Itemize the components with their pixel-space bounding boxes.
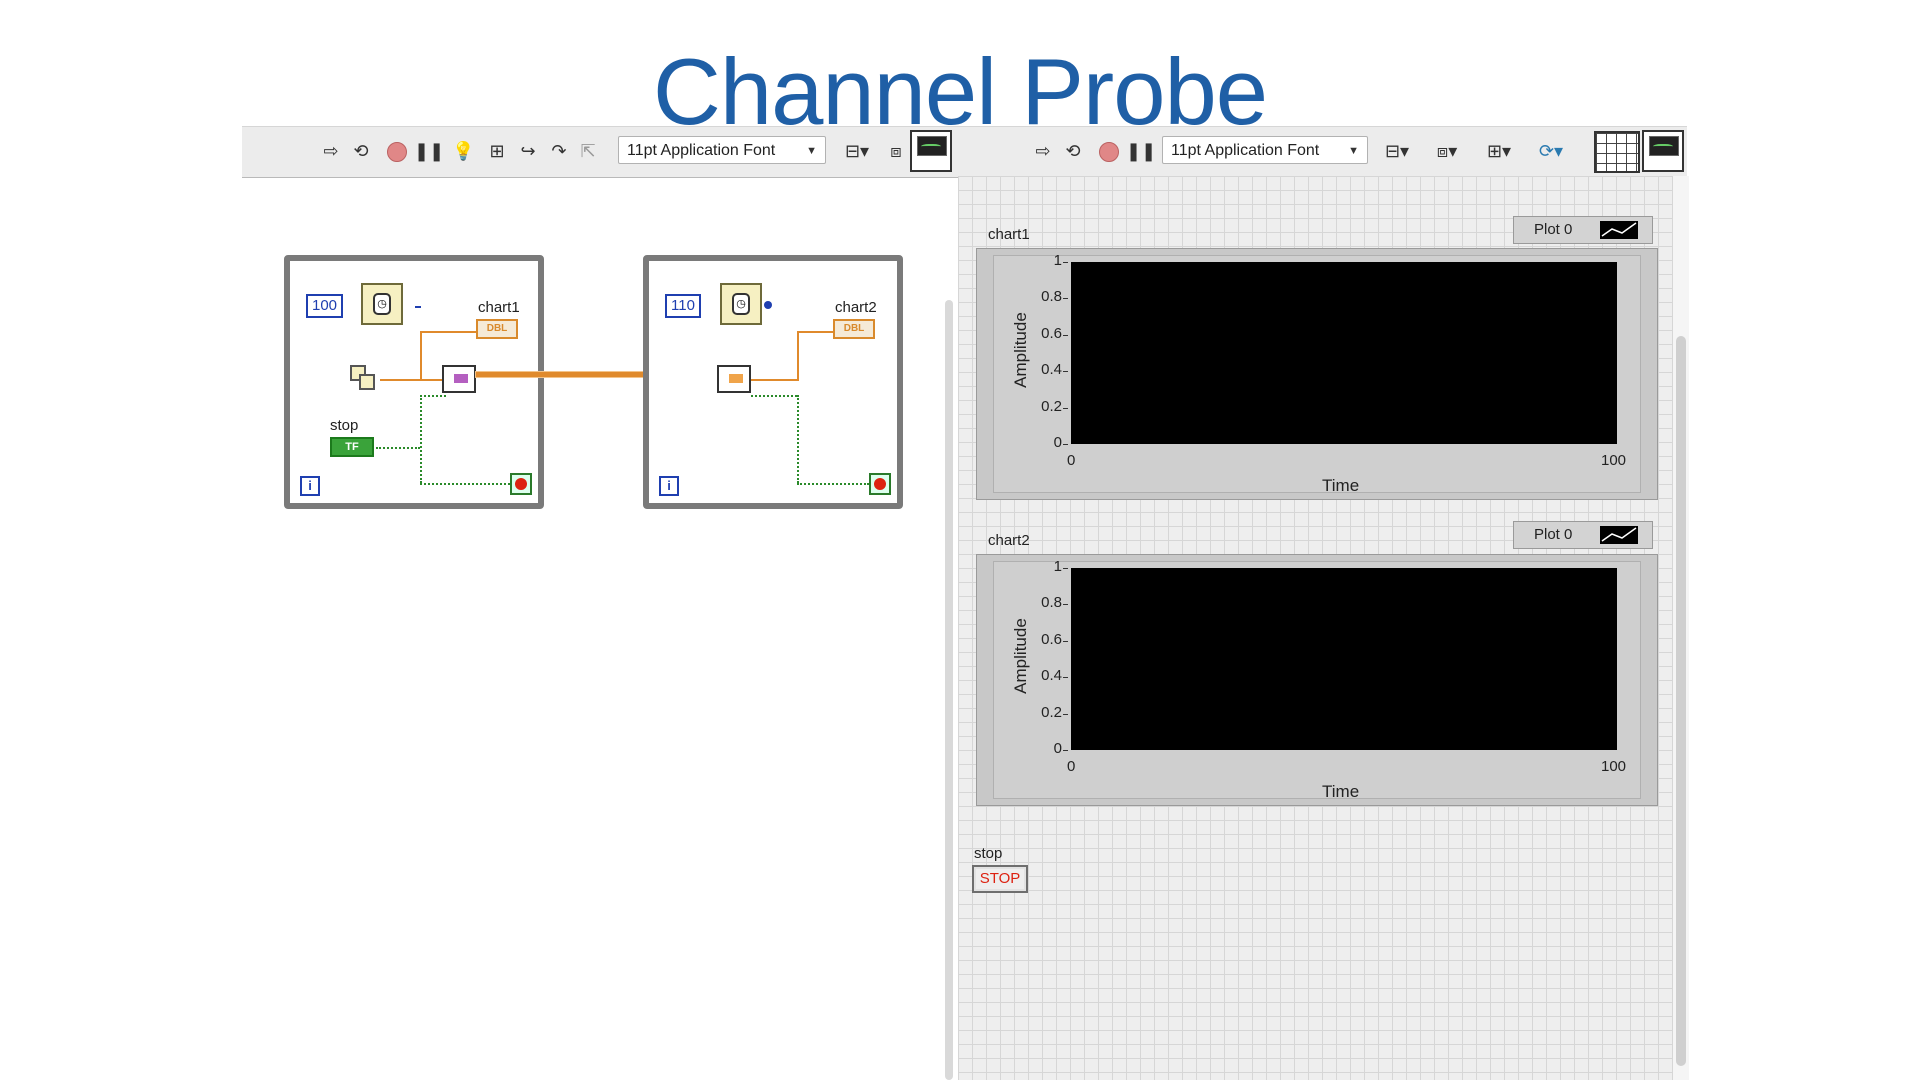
step-into-icon[interactable]: ↪ [517, 141, 539, 163]
plot-line-icon [1600, 526, 1638, 544]
vi-icon [910, 130, 952, 172]
chart1-xtick-1: 100 [1601, 452, 1627, 469]
wait-ms-node[interactable]: ◷ [720, 283, 762, 325]
distribute-objects-icon[interactable]: ⧈▾ [1430, 141, 1464, 163]
font-dropdown-value: 11pt Application Font [627, 142, 776, 159]
font-dropdown[interactable]: 11pt Application Font ▼ [618, 136, 826, 164]
chart2-ytick-mark [1063, 713, 1068, 715]
chart2-ytick: 0 [1053, 740, 1062, 757]
chart2-ytick-mark [1063, 568, 1068, 569]
font-dropdown-value: 11pt Application Font [1171, 142, 1320, 159]
vertical-scrollbar[interactable] [1676, 336, 1686, 1066]
loop-condition-terminal[interactable] [869, 473, 891, 495]
iteration-terminal: i [300, 476, 320, 496]
chart-terminal-label: chart2 [835, 299, 877, 316]
abort-icon[interactable] [387, 142, 407, 162]
chart1-ytick-mark [1063, 262, 1068, 263]
run-continuously-icon[interactable]: ⟲ [350, 141, 372, 163]
chart2-ytick-mark [1063, 640, 1068, 642]
chart1-ytick: 0 [1053, 434, 1062, 451]
run-continuously-icon[interactable]: ⟲ [1062, 141, 1084, 163]
chart2-ytick-mark [1063, 750, 1068, 751]
stop-button[interactable]: STOP [972, 865, 1028, 893]
block-diagram-toolbar: ⇨ ⟲ ❚❚ 💡 ⊞ ↪ ↷ ⇱ 11pt Application Font ▼… [242, 126, 952, 178]
chart2-x-axis-title: Time [1322, 782, 1360, 801]
iteration-terminal: i [659, 476, 679, 496]
wait-constant[interactable]: 110 [665, 294, 701, 318]
chart1-x-axis-title: Time [1322, 476, 1360, 495]
chart1-ytick-mark [1063, 371, 1068, 373]
chevron-down-icon: ▼ [806, 145, 817, 157]
vi-icon [1642, 130, 1684, 172]
pause-icon[interactable]: ❚❚ [1126, 141, 1156, 163]
font-dropdown[interactable]: 11pt Application Font ▼ [1162, 136, 1368, 164]
pause-icon[interactable]: ❚❚ [414, 141, 444, 163]
chart1-ytick: 1 [1053, 252, 1062, 269]
chart-terminal[interactable]: DBL [476, 319, 518, 339]
channel-reader-node[interactable] [717, 365, 751, 393]
chart1-ytick-mark [1063, 444, 1068, 445]
chart2-label: chart2 [988, 532, 1030, 549]
while-loop-1[interactable]: 100 ◷ chart1 DBL stop TF i [284, 255, 544, 509]
chevron-down-icon: ▼ [1348, 145, 1359, 157]
wire-random[interactable] [380, 379, 442, 381]
reorder-icon[interactable]: ⟳▾ [1534, 141, 1568, 163]
chart1-label: chart1 [988, 226, 1030, 243]
retain-wire-values-icon[interactable]: ⊞ [486, 141, 508, 163]
channel-writer-node[interactable] [442, 365, 476, 393]
stop-terminal-label: stop [330, 417, 359, 434]
chart-terminal[interactable]: DBL [833, 319, 875, 339]
stop-label: stop [974, 845, 1003, 862]
chart2-plot-area[interactable] [1071, 568, 1617, 750]
chart1-ytick: 0.8 [1041, 288, 1062, 306]
chart1-y-axis-title: Amplitude [1011, 312, 1030, 388]
step-over-icon[interactable]: ↷ [548, 141, 570, 163]
clock-icon: ◷ [373, 293, 391, 315]
legend-plot-name: Plot 0 [1534, 221, 1573, 238]
distribute-objects-icon[interactable]: ⧈ [885, 141, 907, 163]
chart2-ytick-mark [1063, 677, 1068, 679]
highlight-execution-icon[interactable]: 💡 [452, 141, 474, 163]
clock-icon: ◷ [732, 293, 750, 315]
wait-ms-node[interactable]: ◷ [361, 283, 403, 325]
wait-output-dot [764, 301, 772, 309]
run-arrow-icon[interactable]: ⇨ [1032, 141, 1054, 163]
stop-terminal[interactable]: TF [330, 437, 374, 457]
chart1-ytick-mark [1063, 298, 1068, 300]
chart2-ytick: 0.2 [1041, 703, 1062, 721]
plot-line-icon [1600, 221, 1638, 239]
chart2-y-axis-title: Amplitude [1011, 618, 1030, 694]
align-objects-icon[interactable]: ⊟▾ [1380, 141, 1414, 163]
chart1-plot-area[interactable] [1071, 262, 1617, 444]
chart1-ytick-mark [1063, 334, 1068, 336]
chart2-ytick-mark [1063, 604, 1068, 606]
panel-scrollbar-left[interactable] [945, 300, 953, 1080]
while-loop-2[interactable]: 110 ◷ chart2 DBL i [643, 255, 903, 509]
legend-plot-name: Plot 0 [1534, 526, 1573, 543]
chart2-ytick: 0.8 [1041, 594, 1062, 612]
chart1-ytick-mark [1063, 407, 1068, 409]
resize-objects-icon[interactable]: ⊞▾ [1482, 141, 1516, 163]
connector-pane-icon [1594, 131, 1640, 173]
chart1-xtick-0: 0 [1067, 452, 1076, 469]
wire-chart[interactable] [420, 331, 422, 381]
front-panel-toolbar: ⇨ ⟲ ❚❚ 11pt Application Font ▼ ⊟▾ ⧈▾ ⊞▾ … [952, 126, 1687, 178]
chart-terminal-label: chart1 [478, 299, 520, 316]
wait-constant[interactable]: 100 [306, 294, 344, 318]
chart2-plot-legend[interactable]: Plot 0 [1513, 521, 1653, 549]
run-arrow-icon[interactable]: ⇨ [320, 141, 342, 163]
step-out-icon[interactable]: ⇱ [577, 141, 599, 163]
align-objects-icon[interactable]: ⊟▾ [840, 141, 874, 163]
random-number-icon[interactable] [350, 365, 378, 393]
abort-icon[interactable] [1099, 142, 1119, 162]
chart2-xtick-0: 0 [1067, 758, 1076, 775]
chart2-xtick-1: 100 [1601, 758, 1627, 775]
chart2-ytick: 1 [1053, 558, 1062, 575]
chart1-plot-legend[interactable]: Plot 0 [1513, 216, 1653, 244]
loop-condition-terminal[interactable] [510, 473, 532, 495]
chart1-ytick: 0.2 [1041, 397, 1062, 415]
